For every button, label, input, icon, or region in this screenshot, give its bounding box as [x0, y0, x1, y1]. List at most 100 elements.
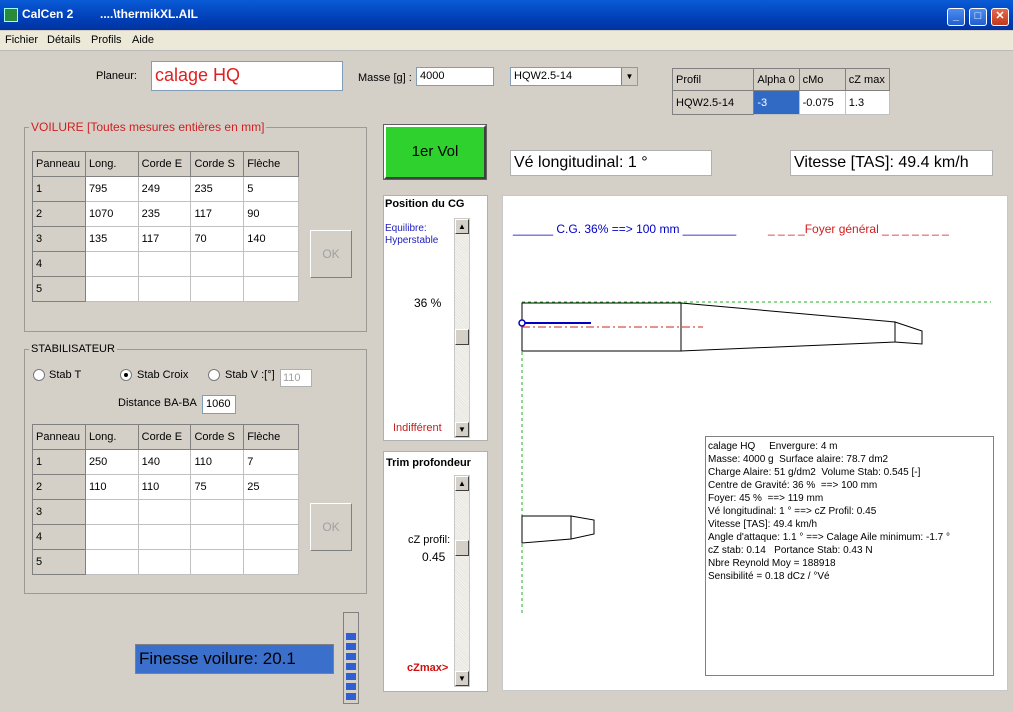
stab-r2-panneau: 2	[32, 474, 86, 500]
stab-r5-fleche[interactable]	[243, 549, 299, 575]
first-flight-button[interactable]: 1er Vol	[383, 124, 487, 180]
stab-t-radio[interactable]	[33, 369, 45, 381]
stab-r1-corde-e[interactable]: 140	[137, 449, 192, 475]
progress-fill	[346, 633, 356, 703]
stab-v-radio[interactable]	[208, 369, 220, 381]
progress-bar	[343, 612, 359, 704]
stab-r3-fleche[interactable]	[243, 499, 299, 525]
info-line: Masse: 4000 g Surface alaire: 78.7 dm2	[708, 454, 889, 465]
voilure-r3-panneau: 3	[32, 226, 86, 252]
stab-r4-long[interactable]	[84, 524, 139, 550]
stab-r2-long[interactable]: 110	[84, 474, 139, 500]
info-line: Nbre Reynold Moy = 188918	[708, 558, 836, 569]
voilure-r2-corde-s[interactable]: 117	[190, 201, 245, 227]
voilure-r3-corde-s[interactable]: 70	[190, 226, 245, 252]
scroll-down-icon[interactable]: ▼	[455, 422, 469, 437]
stab-t-label[interactable]: Stab T	[49, 369, 81, 381]
info-line: Centre de Gravité: 36 % ==> 100 mm	[708, 480, 878, 491]
voilure-r5-corde-s[interactable]	[190, 276, 245, 302]
voilure-r3-fleche[interactable]: 140	[243, 226, 299, 252]
stab-r1-long[interactable]: 250	[84, 449, 139, 475]
table-row: 5	[32, 276, 299, 302]
profile-select[interactable]: HQW2.5-14 ▼	[510, 67, 638, 86]
stab-r3-long[interactable]	[84, 499, 139, 525]
info-line: Foyer: 45 % ==> 119 mm	[708, 493, 824, 504]
voilure-r4-fleche[interactable]	[243, 251, 299, 277]
voilure-r4-long[interactable]	[84, 251, 139, 277]
stab-v-label[interactable]: Stab V :[°]	[225, 369, 275, 381]
stab-r4-fleche[interactable]	[243, 524, 299, 550]
menu-profils[interactable]: Profils	[91, 34, 122, 46]
voilure-ok-button[interactable]: OK	[310, 230, 352, 278]
stab-panel-2	[570, 515, 595, 540]
scroll-up-icon[interactable]: ▲	[455, 219, 469, 234]
voilure-r5-long[interactable]	[84, 276, 139, 302]
ve-longitudinal-display: Vé longitudinal: 1 °	[510, 150, 712, 176]
stab-r5-long[interactable]	[84, 549, 139, 575]
voilure-r1-long[interactable]: 795	[84, 176, 139, 202]
stab-r3-corde-e[interactable]	[137, 499, 192, 525]
trim-scrollbar[interactable]: ▲ ▼	[454, 475, 470, 687]
stab-r3-corde-s[interactable]	[190, 499, 245, 525]
stab-v-input[interactable]: 110	[280, 369, 312, 387]
voilure-r1-fleche[interactable]: 5	[243, 176, 299, 202]
scroll-up-icon[interactable]: ▲	[455, 476, 469, 491]
stab-r4-corde-e[interactable]	[137, 524, 192, 550]
voilure-r4-corde-s[interactable]	[190, 251, 245, 277]
stab-croix-radio[interactable]	[120, 369, 132, 381]
czmax-cell[interactable]: 1.3	[844, 90, 891, 115]
cg-scrollbar[interactable]: ▲ ▼	[454, 218, 470, 438]
menu-bar: Fichier Détails Profils Aide	[0, 31, 1013, 51]
finesse-display: Finesse voilure: 20.1	[135, 644, 334, 674]
stab-croix-label[interactable]: Stab Croix	[137, 369, 188, 381]
minimize-button[interactable]: _	[947, 8, 965, 26]
menu-fichier[interactable]: Fichier	[5, 34, 38, 46]
stab-r5-corde-s[interactable]	[190, 549, 245, 575]
voilure-r2-fleche[interactable]: 90	[243, 201, 299, 227]
stab-ok-button[interactable]: OK	[310, 503, 352, 551]
info-line: Sensibilité = 0.18 dCz / °Vé	[708, 571, 830, 582]
stab-r1-corde-s[interactable]: 110	[190, 449, 245, 475]
app-icon	[4, 8, 18, 22]
file-path: ....\thermikXL.AIL	[100, 7, 199, 21]
cg-scroll-thumb[interactable]	[455, 329, 469, 345]
table-row: 4	[32, 251, 299, 277]
trim-scroll-thumb[interactable]	[455, 540, 469, 556]
stab-r4-corde-s[interactable]	[190, 524, 245, 550]
stab-r1-fleche[interactable]: 7	[243, 449, 299, 475]
stab-r2-corde-e[interactable]: 110	[137, 474, 192, 500]
voilure-header-corde-s: Corde S	[190, 151, 245, 177]
chevron-down-icon[interactable]: ▼	[621, 68, 637, 85]
voilure-r5-fleche[interactable]	[243, 276, 299, 302]
voilure-r1-corde-s[interactable]: 235	[190, 176, 245, 202]
voilure-r3-corde-e[interactable]: 117	[137, 226, 192, 252]
profile-cell[interactable]: HQW2.5-14	[671, 90, 755, 115]
distance-input[interactable]: 1060	[202, 395, 236, 414]
alpha0-header: Alpha 0	[753, 68, 800, 91]
voilure-r4-corde-e[interactable]	[137, 251, 192, 277]
cz-profil-label: cZ profil:	[408, 534, 451, 546]
maximize-button[interactable]: □	[969, 8, 987, 26]
voilure-r2-corde-e[interactable]: 235	[137, 201, 192, 227]
planeur-input[interactable]: calage HQ	[151, 61, 343, 91]
stab-r2-corde-s[interactable]: 75	[190, 474, 245, 500]
trim-panel-title: Trim profondeur	[386, 457, 471, 469]
voilure-r2-long[interactable]: 1070	[84, 201, 139, 227]
menu-aide[interactable]: Aide	[132, 34, 154, 46]
scroll-down-icon[interactable]: ▼	[455, 671, 469, 686]
stab-panel-1	[521, 515, 572, 544]
profile-table: Profil Alpha 0 cMo cZ max HQW2.5-14 -3 -…	[671, 68, 891, 115]
menu-details[interactable]: Détails	[47, 34, 81, 46]
stab-r2-fleche[interactable]: 25	[243, 474, 299, 500]
close-button[interactable]: ✕	[991, 8, 1009, 26]
cg-panel: Position du CG Equilibre: Hyperstable 36…	[383, 195, 488, 441]
info-box: calage HQ Envergure: 4 m Masse: 4000 g S…	[705, 436, 994, 676]
masse-input[interactable]: 4000	[416, 67, 494, 86]
voilure-r1-corde-e[interactable]: 249	[137, 176, 192, 202]
stab-r5-corde-e[interactable]	[137, 549, 192, 575]
masse-label: Masse [g] :	[358, 72, 412, 84]
voilure-r5-corde-e[interactable]	[137, 276, 192, 302]
cmo-cell[interactable]: -0.075	[798, 90, 846, 115]
alpha0-cell[interactable]: -3	[753, 90, 800, 115]
voilure-r3-long[interactable]: 135	[84, 226, 139, 252]
